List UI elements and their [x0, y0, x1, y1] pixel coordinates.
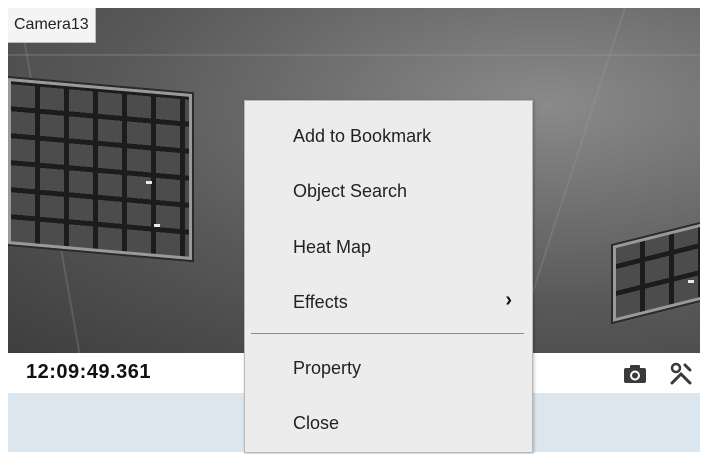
chevron-right-icon: ›: [505, 289, 512, 311]
menu-item-object-search[interactable]: Object Search: [245, 169, 532, 213]
settings-tools-icon[interactable]: [668, 362, 694, 386]
menu-item-heat-map[interactable]: Heat Map: [245, 225, 532, 269]
ceiling-vent: [8, 77, 192, 261]
menu-item-label: Effects: [293, 292, 348, 312]
menu-item-close[interactable]: Close: [245, 401, 532, 445]
menu-separator: [251, 333, 524, 334]
context-menu: Add to Bookmark Object Search Heat Map E…: [244, 100, 533, 453]
playback-timestamp: 12:09:49.361: [26, 361, 151, 383]
ceiling-light: [146, 181, 152, 184]
menu-item-add-to-bookmark[interactable]: Add to Bookmark: [245, 114, 532, 158]
menu-item-label: Close: [293, 413, 340, 433]
menu-item-property[interactable]: Property: [245, 346, 532, 390]
ceiling-seam: [8, 54, 700, 56]
ceiling-light: [154, 224, 160, 227]
menu-item-effects[interactable]: Effects ›: [245, 280, 532, 324]
camera-snapshot-icon[interactable]: [622, 362, 648, 386]
menu-item-label: Add to Bookmark: [293, 126, 432, 146]
menu-item-label: Heat Map: [293, 237, 372, 257]
ceiling-vent: [613, 214, 700, 322]
camera-name-label: Camera13: [8, 8, 96, 43]
menu-item-label: Object Search: [293, 181, 408, 201]
menu-item-label: Property: [293, 358, 362, 378]
ceiling-light: [688, 280, 694, 283]
